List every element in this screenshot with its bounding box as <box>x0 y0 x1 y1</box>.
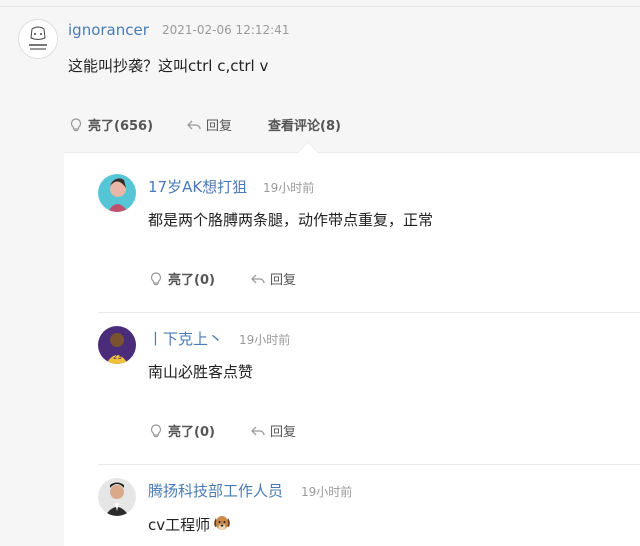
reply-divider <box>98 464 640 465</box>
top-divider <box>0 6 640 7</box>
reply-arrow-icon <box>250 423 266 439</box>
comment-text: 这能叫抄袭？这叫ctrl c,ctrl v <box>68 57 269 75</box>
reply-label: 回复 <box>206 119 233 134</box>
reply-divider <box>98 312 640 313</box>
like-label: 亮了(656) <box>88 119 154 134</box>
like-button[interactable]: 亮了(0) <box>148 421 215 440</box>
avatar[interactable] <box>18 19 58 59</box>
reply-button[interactable]: 回复 <box>250 269 296 288</box>
like-label: 亮了(0) <box>168 425 215 440</box>
view-comments-label: 查看评论(8) <box>268 119 341 134</box>
view-comments-button[interactable]: 查看评论(8) <box>268 115 341 134</box>
comment-timestamp: 2021-02-06 12:12:41 <box>162 23 290 37</box>
panel-notch <box>298 143 318 153</box>
lightbulb-icon <box>148 271 164 287</box>
reply-username[interactable]: 17岁AK想打狙 <box>148 176 247 197</box>
svg-text:23: 23 <box>113 353 122 361</box>
reply-arrow-icon <box>250 271 266 287</box>
avatar[interactable] <box>98 478 136 516</box>
reply-text: cv工程师 <box>148 513 232 537</box>
reply-text: 都是两个胳膊两条腿，动作带点重复，正常 <box>148 211 434 229</box>
reply-label: 回复 <box>270 273 297 288</box>
reply-button[interactable]: 回复 <box>250 421 296 440</box>
like-button[interactable]: 亮了(0) <box>148 269 215 288</box>
comment-username[interactable]: ignorancer <box>68 21 149 39</box>
reply-time: 19小时前 <box>301 485 353 499</box>
reply-username[interactable]: 丨下克上丶 <box>148 328 223 349</box>
reply-text: 南山必胜客点赞 <box>148 363 254 381</box>
dog-face-icon <box>212 513 232 537</box>
reply-text-content: cv工程师 <box>148 516 211 534</box>
reply-time: 19小时前 <box>239 333 291 347</box>
avatar[interactable] <box>98 174 136 212</box>
reply-label: 回复 <box>270 425 297 440</box>
reply-time: 19小时前 <box>263 181 315 195</box>
lightbulb-icon <box>148 423 164 439</box>
reply-arrow-icon <box>186 117 202 133</box>
like-button[interactable]: 亮了(656) <box>68 115 153 134</box>
lightbulb-icon <box>68 117 84 133</box>
like-label: 亮了(0) <box>168 273 215 288</box>
avatar[interactable]: 23 <box>98 326 136 364</box>
reply-username[interactable]: 腾扬科技部工作人员 <box>148 480 283 501</box>
reply-button[interactable]: 回复 <box>186 115 232 134</box>
